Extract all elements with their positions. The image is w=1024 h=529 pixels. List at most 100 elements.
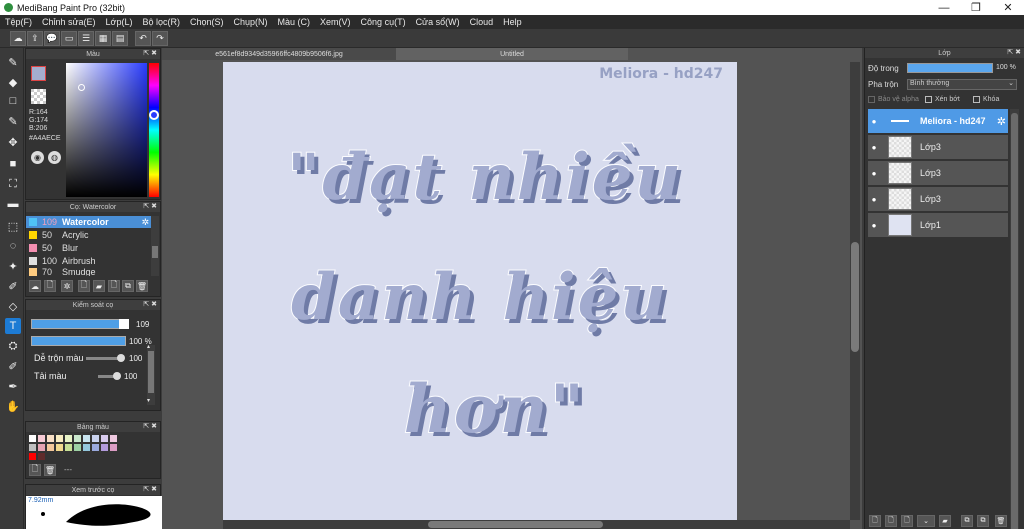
palette-color-swatch[interactable] — [38, 435, 45, 442]
grid-icon[interactable]: ▦ — [95, 30, 111, 46]
close-icon[interactable]: ✖ — [151, 301, 157, 308]
menu-tools[interactable]: Công cụ(T) — [361, 17, 406, 27]
new-brush-icon[interactable]: 🗋 — [78, 280, 90, 292]
brush-list-scrollbar[interactable] — [151, 216, 159, 276]
brush-item-smudge[interactable]: 70 Smudge — [26, 268, 151, 276]
clipping-checkbox[interactable]: Xén bớt — [925, 96, 960, 103]
transparent-color-swatch[interactable] — [31, 89, 46, 104]
eye-icon[interactable]: ● — [868, 169, 880, 178]
brush-settings-icon[interactable]: ✲ — [61, 280, 73, 292]
layout-icon[interactable]: ▤ — [112, 30, 128, 46]
mix-slider-handle[interactable] — [117, 354, 125, 362]
palette-color-swatch[interactable] — [92, 444, 99, 451]
layer-opacity-slider[interactable] — [907, 63, 993, 73]
pen-tool-icon[interactable]: ✎ — [5, 113, 21, 129]
collapse-icon[interactable]: ⇱ — [143, 486, 149, 493]
new-layer-icon[interactable]: 🗋 — [869, 515, 881, 527]
select-pen-tool-icon[interactable]: ✐ — [5, 278, 21, 294]
cloud-upload-icon[interactable]: ⇪ — [27, 30, 43, 46]
palette-color-swatch[interactable] — [110, 435, 117, 442]
text-tool-icon[interactable]: T — [5, 318, 21, 334]
eye-icon[interactable]: ● — [868, 221, 880, 230]
palette-color-swatch[interactable] — [29, 453, 36, 460]
palette-color-swatch[interactable] — [110, 444, 117, 451]
gear-icon[interactable]: ✲ — [141, 217, 149, 228]
layer-item[interactable]: ● Meliora - hd247 ✲ — [868, 109, 1008, 134]
operation-tool-icon[interactable]: ⛭ — [5, 338, 21, 354]
comment-icon[interactable]: 💬 — [44, 30, 60, 46]
menu-snap[interactable]: Chụp(N) — [234, 17, 268, 27]
palette-color-swatch[interactable] — [29, 444, 36, 451]
undo-icon[interactable]: ↶ — [135, 30, 151, 46]
close-icon[interactable]: ✖ — [151, 50, 157, 57]
gradient-tool-icon[interactable]: ▬ — [5, 196, 21, 212]
chat-icon[interactable]: ▭ — [61, 30, 77, 46]
brush-item-airbrush[interactable]: 100 Airbrush — [26, 255, 151, 267]
color-wheel-icon[interactable]: ◉ — [31, 151, 44, 164]
layer-item[interactable]: ● Lớp3 — [868, 135, 1008, 160]
brush-folder-icon[interactable]: ▰ — [93, 280, 105, 292]
collapse-icon[interactable]: ⇱ — [143, 423, 149, 430]
eye-icon[interactable]: ● — [868, 143, 880, 152]
palette-color-swatch[interactable] — [101, 435, 108, 442]
new-folder-icon[interactable]: ▰ — [939, 515, 951, 527]
palette-color-swatch[interactable] — [38, 453, 45, 460]
layer-item[interactable]: ● Lớp3 — [868, 161, 1008, 186]
palette-color-swatch[interactable] — [74, 435, 81, 442]
close-button[interactable]: ✕ — [992, 1, 1024, 14]
menu-filter[interactable]: Bộ lọc(R) — [142, 17, 180, 27]
brush-list-scroll-thumb[interactable] — [152, 246, 158, 258]
cloud-icon[interactable]: ☁ — [10, 30, 26, 46]
palette-color-swatch[interactable] — [38, 444, 45, 451]
list-icon[interactable]: ☰ — [78, 30, 94, 46]
new-halftone-layer-icon[interactable]: 🗋 — [885, 515, 897, 527]
layer-item[interactable]: ● Lớp3 — [868, 187, 1008, 212]
brush-control-scrollbar[interactable]: ▴ ▾ — [147, 344, 155, 405]
cloud-brush-icon[interactable]: ☁ — [29, 280, 41, 292]
canvas-vertical-scroll-thumb[interactable] — [851, 242, 859, 352]
menu-window[interactable]: Cửa sổ(W) — [416, 17, 460, 27]
palette-color-swatch[interactable] — [74, 444, 81, 451]
fill-rect-tool-icon[interactable]: ■ — [5, 156, 21, 172]
delete-layer-icon[interactable]: 🗑 — [995, 515, 1007, 527]
brush-control-scroll-thumb[interactable] — [148, 351, 154, 393]
palette-color-swatch[interactable] — [47, 435, 54, 442]
add-palette-color-icon[interactable]: 🗋 — [29, 464, 41, 476]
eraser-tool-icon[interactable]: ◆ — [5, 74, 21, 90]
blend-mode-select[interactable]: Bình thường ⌄ — [907, 79, 1017, 90]
palette-color-swatch[interactable] — [92, 435, 99, 442]
brush-item-watercolor[interactable]: 109 Watercolor ✲ — [26, 216, 151, 228]
document-tab-image[interactable]: e561ef8d9349d35966ffc4809b9506f6.jpg — [162, 48, 396, 60]
delete-palette-color-icon[interactable]: 🗑 — [44, 464, 56, 476]
palette-color-swatch[interactable] — [65, 444, 72, 451]
magic-wand-tool-icon[interactable]: ✦ — [5, 258, 21, 274]
saturation-value-picker[interactable] — [66, 63, 147, 197]
foreground-color-swatch[interactable] — [31, 66, 46, 81]
layer-list-scrollbar[interactable] — [1010, 109, 1019, 529]
brush-size-handle[interactable] — [119, 319, 129, 329]
document-tab-untitled[interactable]: Untitled — [396, 48, 628, 60]
scroll-down-icon[interactable]: ▾ — [147, 397, 150, 404]
color-picker-handle[interactable] — [78, 84, 85, 91]
collapse-icon[interactable]: ⇱ — [1007, 49, 1013, 56]
palette-color-swatch[interactable] — [47, 444, 54, 451]
minimize-button[interactable]: — — [928, 2, 960, 14]
mix-slider[interactable] — [86, 357, 121, 360]
palette-color-swatch[interactable] — [101, 444, 108, 451]
close-icon[interactable]: ✖ — [151, 486, 157, 493]
brush-export-icon[interactable]: 🗋 — [108, 280, 120, 292]
divide-tool-icon[interactable]: ✐ — [5, 358, 21, 374]
canvas-horizontal-scroll-thumb[interactable] — [428, 521, 603, 528]
eye-icon[interactable]: ● — [868, 117, 880, 126]
canvas-vertical-scrollbar[interactable] — [850, 62, 860, 520]
palette-color-swatch[interactable] — [83, 444, 90, 451]
hue-slider[interactable] — [149, 63, 159, 197]
collapse-icon[interactable]: ⇱ — [143, 50, 149, 57]
menu-layer[interactable]: Lớp(L) — [106, 17, 133, 27]
menu-color[interactable]: Màu (C) — [278, 17, 311, 27]
layer-list-scroll-thumb[interactable] — [1011, 113, 1018, 529]
gear-icon[interactable]: ✲ — [997, 115, 1006, 128]
delete-brush-icon[interactable]: 🗑 — [136, 280, 148, 292]
brush-size-slider[interactable] — [31, 319, 129, 329]
hue-slider-handle[interactable] — [149, 110, 159, 120]
